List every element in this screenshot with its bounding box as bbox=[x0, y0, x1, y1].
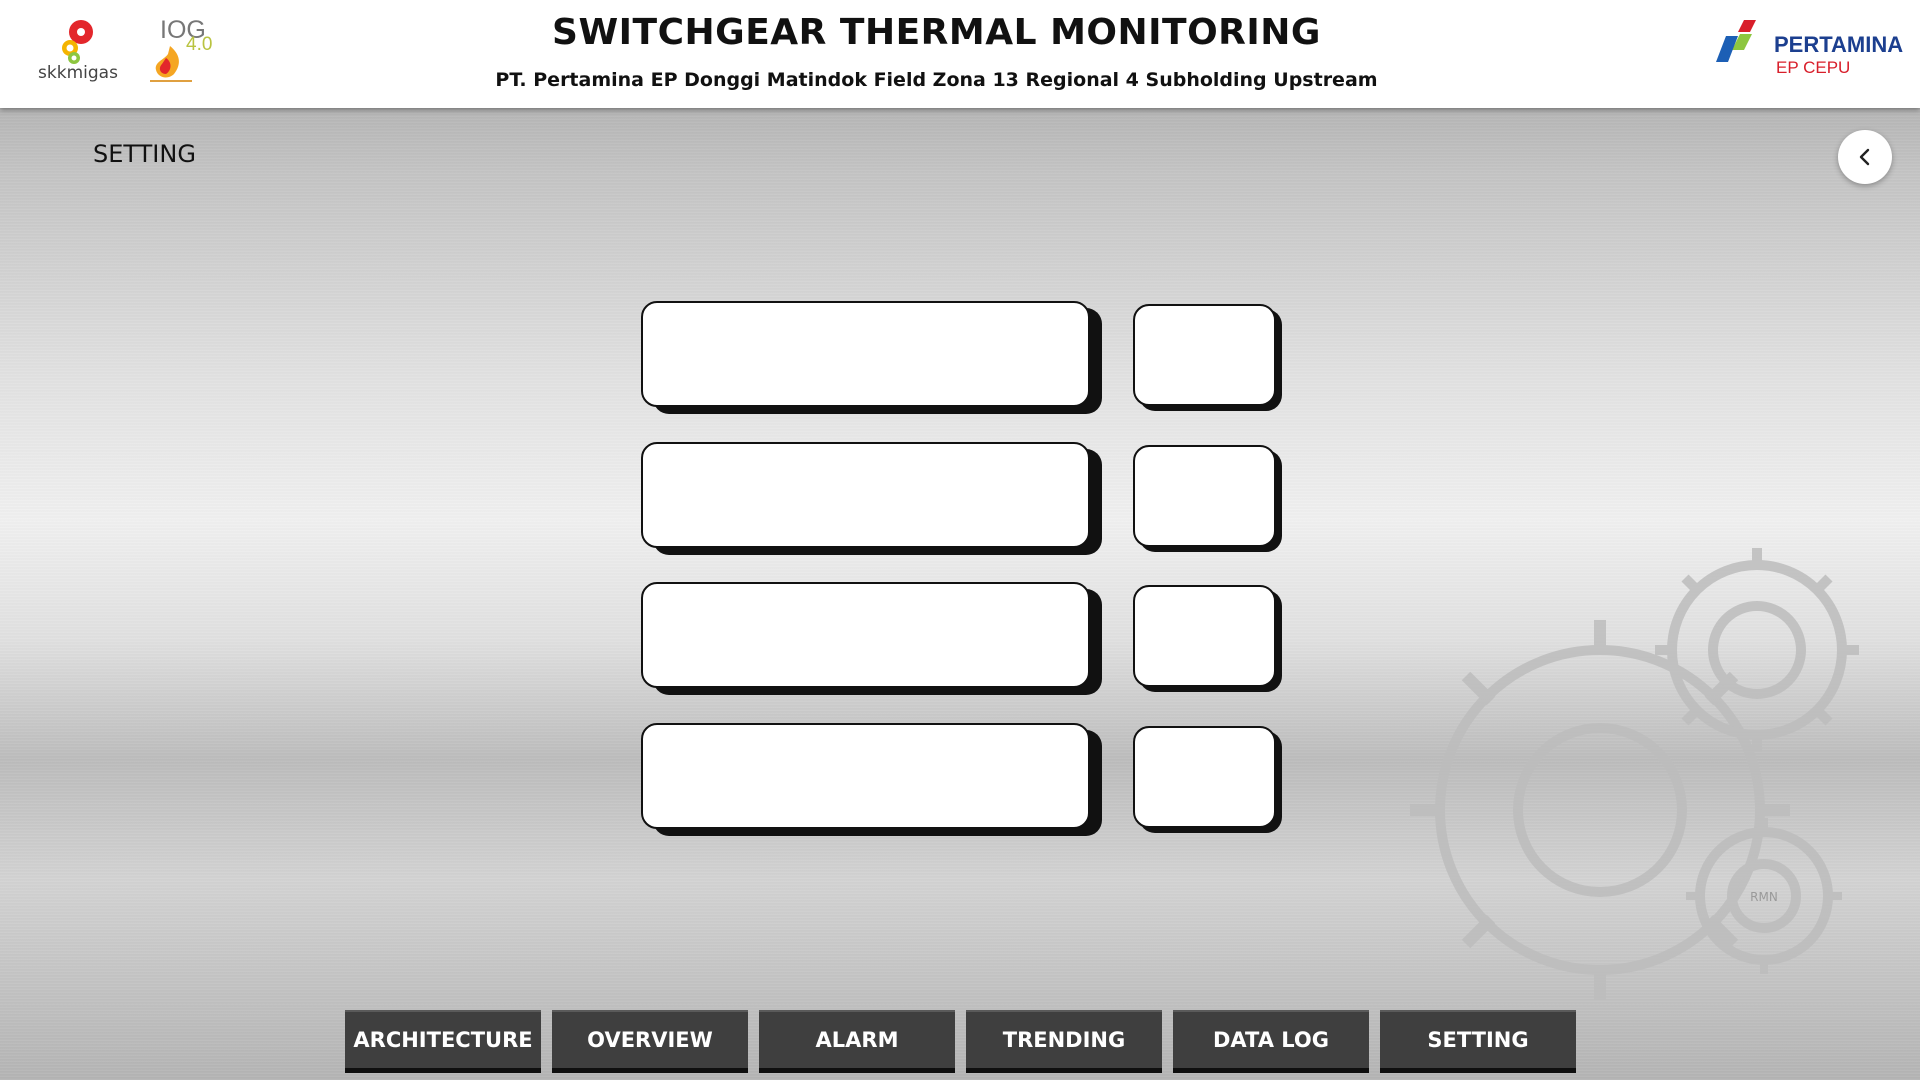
setting-field-4[interactable] bbox=[641, 723, 1090, 829]
gear-watermark-text: RMN bbox=[1750, 890, 1778, 904]
nav-architecture-button[interactable]: ARCHITECTURE bbox=[345, 1010, 541, 1068]
setting-value-3[interactable] bbox=[1133, 585, 1276, 687]
setting-field-2[interactable] bbox=[641, 442, 1090, 548]
nav-setting-button[interactable]: SETTING bbox=[1380, 1010, 1576, 1068]
chevron-left-icon bbox=[1859, 148, 1870, 166]
nav-alarm-button[interactable]: ALARM bbox=[759, 1010, 955, 1068]
pertamina-logo: PERTAMINA EP CEPU bbox=[1710, 18, 1904, 84]
pertamina-logo-unit: EP CEPU bbox=[1776, 58, 1851, 77]
setting-value-2[interactable] bbox=[1133, 445, 1276, 547]
pertamina-logo-mark bbox=[1716, 20, 1756, 62]
setting-value-4[interactable] bbox=[1133, 726, 1276, 828]
nav-trending-button[interactable]: TRENDING bbox=[966, 1010, 1162, 1068]
back-button[interactable] bbox=[1838, 130, 1892, 184]
gears-graphic: RMN bbox=[1410, 548, 1859, 1000]
pertamina-logo-name: PERTAMINA bbox=[1774, 32, 1904, 57]
bottom-nav: ARCHITECTURE OVERVIEW ALARM TRENDING DAT… bbox=[345, 1010, 1576, 1072]
setting-field-1[interactable] bbox=[641, 301, 1090, 407]
setting-value-1[interactable] bbox=[1133, 304, 1276, 406]
page-title: SWITCHGEAR THERMAL MONITORING bbox=[552, 12, 1321, 53]
nav-datalog-button[interactable]: DATA LOG bbox=[1173, 1010, 1369, 1068]
nav-overview-button[interactable]: OVERVIEW bbox=[552, 1010, 748, 1068]
section-label: SETTING bbox=[93, 140, 196, 168]
gears-icon: RMN bbox=[1400, 540, 1880, 1000]
setting-field-3[interactable] bbox=[641, 582, 1090, 688]
page-subtitle: PT. Pertamina EP Donggi Matindok Field Z… bbox=[495, 69, 1378, 91]
header-bar: skkmigas IOG 4.0 SWITCHGEAR THERMAL MONI… bbox=[0, 0, 1920, 108]
